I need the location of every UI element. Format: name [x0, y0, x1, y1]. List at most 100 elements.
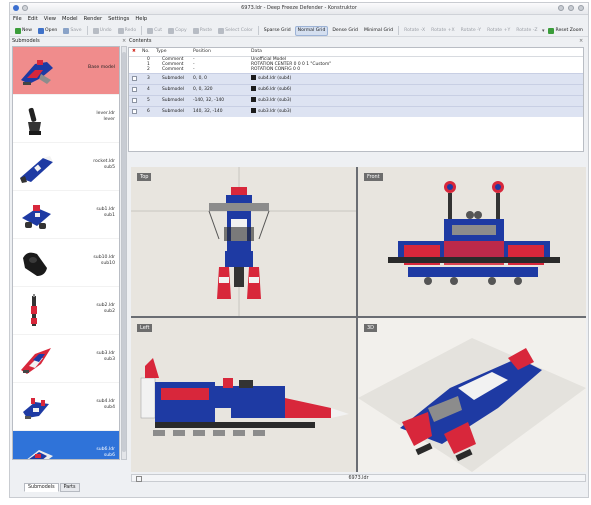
table-row[interactable]: 4 Submodel 0, 0, 320 sub6.ldr (sub6)	[129, 84, 583, 95]
submodel-item-sub2[interactable]: sub2.ldr sub2	[13, 287, 119, 335]
sparse-grid-label: Sparse Grid	[263, 27, 291, 33]
close-icon[interactable]	[578, 5, 584, 11]
viewport-top[interactable]: Top	[131, 167, 356, 316]
main-toolbar: New Open Save Undo Redo Cut Copy Paste S…	[10, 25, 588, 37]
menu-model[interactable]: Model	[62, 15, 78, 24]
submodels-scrollbar[interactable]	[121, 46, 127, 460]
submodel-item-sub6[interactable]: sub6.ldr sub6	[13, 431, 119, 459]
scrollbar-thumb[interactable]	[122, 52, 126, 452]
cell-type: Submodel	[162, 87, 185, 92]
col-no[interactable]: No.	[142, 49, 150, 54]
submodels-panel: Submodels × Base model lever.ldr lever r…	[10, 38, 128, 468]
table-row[interactable]: 3 Submodel 0, 0, 0 sub4.ldr (sub4)	[129, 73, 583, 84]
copy-icon	[168, 27, 175, 34]
submodel-item-sub3[interactable]: sub3.ldr sub3	[13, 335, 119, 383]
panel-close-icon[interactable]: ×	[122, 38, 126, 44]
undo-button[interactable]: Undo	[91, 26, 114, 36]
window-title: 6973.ldr - Deep Freeze Defender - Konstr…	[241, 5, 357, 11]
table-row[interactable]: 6 Submodel 140, 32, -140 sub3.ldr (sub3)	[129, 106, 583, 117]
contents-panel: Contents × ✖ No. Type Position Data 0 Co…	[128, 38, 588, 154]
rotate-plus-y-label: Rotate +Y	[487, 27, 511, 33]
sparse-grid-button[interactable]: Sparse Grid	[262, 26, 293, 36]
menu-edit[interactable]: Edit	[28, 15, 38, 24]
redo-button[interactable]: Redo	[116, 26, 139, 36]
submodel-item-sub10[interactable]: sub10.ldr sub10	[13, 239, 119, 287]
color-swatch	[251, 86, 256, 91]
redo-icon	[117, 27, 124, 34]
open-icon	[38, 27, 45, 34]
color-swatch	[251, 108, 256, 113]
dense-grid-button[interactable]: Dense Grid	[330, 26, 360, 36]
row-checkbox[interactable]	[132, 98, 137, 103]
submodel-label: sub6.ldr sub6	[96, 447, 115, 458]
tab-submodels[interactable]: Submodels	[24, 483, 59, 492]
menu-view[interactable]: View	[44, 15, 56, 24]
chevron-down-icon[interactable]: ▾	[542, 28, 545, 34]
table-header: ✖ No. Type Position Data	[129, 48, 583, 57]
col-type[interactable]: Type	[156, 49, 167, 54]
minimal-grid-button[interactable]: Minimal Grid	[362, 26, 395, 36]
rotate-minus-x-label: Rotate -X	[404, 27, 426, 33]
normal-grid-button[interactable]: Normal Grid	[294, 25, 329, 36]
rotate-plus-y-button[interactable]: Rotate +Y	[485, 26, 512, 36]
menu-render[interactable]: Render	[84, 15, 102, 24]
title-bar: 6973.ldr - Deep Freeze Defender - Konstr…	[10, 3, 588, 15]
rotate-minus-y-button[interactable]: Rotate -Y	[459, 26, 483, 36]
save-button[interactable]: Save	[61, 26, 83, 36]
paste-button[interactable]: Paste	[191, 26, 214, 36]
open-button[interactable]: Open	[36, 26, 59, 36]
tab-parts[interactable]: Parts	[59, 483, 80, 492]
reset-zoom-button[interactable]: Reset Zoom	[546, 26, 585, 36]
col-data[interactable]: Data	[251, 49, 262, 54]
rotate-minus-x-button[interactable]: Rotate -X	[402, 26, 427, 36]
submodel-item-rocket[interactable]: rocket.ldr sub5	[13, 143, 119, 191]
new-label: New	[22, 27, 33, 33]
row-checkbox[interactable]	[132, 76, 137, 81]
toolbar-separator	[141, 26, 143, 35]
rotate-minus-y-label: Rotate -Y	[460, 27, 482, 33]
menu-file[interactable]: File	[13, 15, 22, 24]
submodel-item-base[interactable]: Base model	[13, 47, 119, 95]
viewport-3d[interactable]: 3D	[358, 318, 586, 472]
submodel-item-lever[interactable]: lever.ldr lever	[13, 95, 119, 143]
submodels-list: Base model lever.ldr lever rocket.ldr sub5	[12, 46, 120, 460]
copy-label: Copy	[175, 27, 187, 33]
copy-button[interactable]: Copy	[166, 26, 189, 36]
submodel-item-sub4[interactable]: sub4.ldr sub4	[13, 383, 119, 431]
minimize-icon[interactable]	[558, 5, 564, 11]
rotate-minus-z-button[interactable]: Rotate -Z	[514, 26, 539, 36]
row-checkbox[interactable]	[132, 87, 137, 92]
submodel-label: sub2.ldr sub2	[96, 303, 115, 314]
cell-no: 5	[147, 98, 150, 103]
menu-help[interactable]: Help	[135, 15, 147, 24]
contents-close-icon[interactable]: ×	[579, 38, 583, 44]
cell-type: Submodel	[162, 76, 185, 81]
cell-no: 4	[147, 87, 150, 92]
paste-label: Paste	[199, 27, 213, 33]
cell-position: 0, 0, 0	[193, 76, 207, 81]
delete-icon[interactable]: ✖	[132, 49, 136, 54]
rocket-thumbnail	[20, 156, 53, 183]
select-color-button[interactable]: Select Color	[216, 26, 255, 36]
color-swatch	[251, 97, 256, 102]
cut-button[interactable]: Cut	[145, 26, 164, 36]
status-filename: 6973.ldr	[348, 476, 369, 481]
row-checkbox[interactable]	[132, 109, 137, 114]
cut-label: Cut	[154, 27, 163, 33]
normal-grid-label: Normal Grid	[297, 27, 326, 33]
rotate-plus-x-button[interactable]: Rotate +X	[429, 26, 457, 36]
submodel-label: sub10.ldr sub10	[93, 255, 115, 266]
new-button[interactable]: New	[13, 26, 34, 36]
submodel-item-sub1[interactable]: sub1.ldr sub1	[13, 191, 119, 239]
cell-data: sub4.ldr (sub4)	[251, 74, 291, 84]
menu-settings[interactable]: Settings	[108, 15, 129, 24]
viewport-left[interactable]: Left	[131, 318, 356, 472]
rotate-plus-x-label: Rotate +X	[431, 27, 455, 33]
col-position[interactable]: Position	[193, 49, 211, 54]
sub6-thumbnail	[27, 450, 53, 459]
maximize-icon[interactable]	[568, 5, 574, 11]
viewport-front[interactable]: Front	[358, 167, 586, 316]
contents-header: Contents	[129, 38, 152, 44]
toolbar-separator	[257, 26, 259, 35]
table-row[interactable]: 5 Submodel -140, 32, -140 sub3.ldr (sub3…	[129, 95, 583, 106]
